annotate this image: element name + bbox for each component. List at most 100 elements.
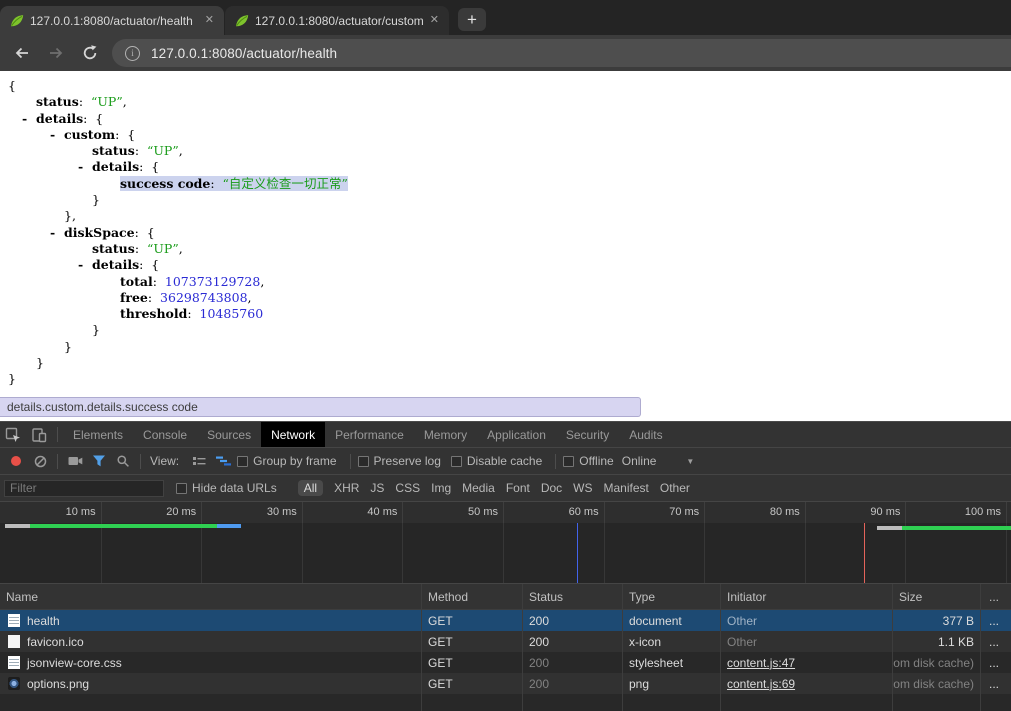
collapse-toggle-icon[interactable]: -: [78, 257, 83, 273]
json-property: custom: {: [64, 127, 135, 142]
json-property: free: 36298743808,: [120, 290, 252, 305]
filter-chip-xhr[interactable]: XHR: [334, 481, 359, 495]
timeline-gridline: [402, 502, 403, 583]
devtools-tab-elements[interactable]: Elements: [63, 422, 133, 447]
network-request-row[interactable]: jsonview-core.cssGET200stylesheetcontent…: [0, 652, 1011, 673]
tab-close-icon[interactable]: ✕: [203, 13, 216, 28]
page-info-icon[interactable]: i: [125, 46, 140, 61]
network-request-row[interactable]: healthGET200documentOther377 B...: [0, 610, 1011, 631]
filter-chip-doc[interactable]: Doc: [541, 481, 562, 495]
address-bar[interactable]: i 127.0.0.1:8080/actuator/health: [112, 39, 1011, 67]
waterfall-overview-icon[interactable]: [211, 455, 235, 467]
filter-input[interactable]: [4, 480, 164, 497]
filter-chip-manifest[interactable]: Manifest: [604, 481, 649, 495]
initiator-link[interactable]: content.js:69: [727, 677, 795, 691]
filter-chip-font[interactable]: Font: [506, 481, 530, 495]
column-header-name[interactable]: Name: [0, 584, 422, 609]
column-header-status[interactable]: Status: [523, 584, 623, 609]
search-icon[interactable]: [111, 454, 135, 468]
filter-chip-js[interactable]: JS: [370, 481, 384, 495]
request-name-cell: jsonview-core.css: [0, 652, 422, 673]
json-line: }: [0, 371, 348, 387]
json-property: threshold: 10485760: [120, 306, 263, 321]
chevron-down-icon[interactable]: ▼: [686, 457, 694, 466]
filter-funnel-icon[interactable]: [87, 455, 111, 467]
new-tab-button[interactable]: +: [458, 8, 486, 31]
tab-strip: 127.0.0.1:8080/actuator/health ✕ 127.0.0…: [0, 0, 1011, 35]
json-line: -details: {: [0, 257, 348, 273]
group-by-frame-checkbox[interactable]: [237, 456, 248, 467]
spring-leaf-icon: [9, 13, 25, 29]
column-header-[interactable]: ...: [981, 584, 1011, 609]
record-button[interactable]: [4, 456, 28, 466]
tab-close-icon[interactable]: ✕: [428, 13, 441, 28]
filter-chip-img[interactable]: Img: [431, 481, 451, 495]
json-key: status: [36, 94, 79, 109]
json-punctuation: : {: [115, 127, 135, 142]
timeline-gridline: [1006, 502, 1007, 583]
timeline-gridline: [704, 502, 705, 583]
collapse-toggle-icon[interactable]: -: [50, 225, 55, 241]
initiator-link[interactable]: content.js:47: [727, 656, 795, 670]
forward-button[interactable]: [47, 44, 65, 62]
devtools-tab-sources[interactable]: Sources: [197, 422, 261, 447]
back-button[interactable]: [13, 44, 31, 62]
capture-screenshots-icon[interactable]: [63, 455, 87, 467]
offline-checkbox[interactable]: [563, 456, 574, 467]
filter-chip-all[interactable]: All: [298, 480, 323, 496]
devtools-tab-security[interactable]: Security: [556, 422, 619, 447]
ruler-tick-label: 60 ms: [569, 506, 604, 518]
filter-chip-css[interactable]: CSS: [395, 481, 420, 495]
json-line: },: [0, 208, 348, 224]
network-request-row[interactable]: options.pngGET200pngcontent.js:69(from d…: [0, 673, 1011, 694]
devtools-tab-memory[interactable]: Memory: [414, 422, 477, 447]
hide-data-urls-checkbox[interactable]: [176, 483, 187, 494]
empty-cell: [623, 694, 721, 711]
request-name: favicon.ico: [27, 635, 84, 649]
json-property: status: “UP”,: [92, 143, 183, 158]
network-overview[interactable]: 10 ms20 ms30 ms40 ms50 ms60 ms70 ms80 ms…: [0, 502, 1011, 583]
filter-chip-other[interactable]: Other: [660, 481, 690, 495]
collapse-toggle-icon[interactable]: -: [22, 111, 27, 127]
inspect-element-icon[interactable]: [0, 422, 26, 447]
filter-chip-media[interactable]: Media: [462, 481, 495, 495]
json-punctuation: :: [153, 274, 165, 289]
browser-tab-health[interactable]: 127.0.0.1:8080/actuator/health ✕: [0, 6, 224, 35]
disable-cache-checkbox[interactable]: [451, 456, 462, 467]
column-header-initiator[interactable]: Initiator: [721, 584, 893, 609]
devtools-tab-performance[interactable]: Performance: [325, 422, 414, 447]
list-view-icon[interactable]: [187, 455, 211, 467]
json-property: total: 107373129728,: [120, 274, 264, 289]
column-header-size[interactable]: Size: [893, 584, 981, 609]
empty-cell: [523, 694, 623, 711]
collapse-toggle-icon[interactable]: -: [78, 159, 83, 175]
devtools-tab-network[interactable]: Network: [261, 422, 325, 447]
request-waterfall-cell: ...: [981, 631, 1011, 652]
device-toolbar-icon[interactable]: [26, 422, 52, 447]
table-empty-area: [0, 694, 1011, 711]
preserve-log-checkbox[interactable]: [358, 456, 369, 467]
devtools-tab-audits[interactable]: Audits: [619, 422, 672, 447]
timeline-gridline: [805, 502, 806, 583]
json-line: {: [0, 78, 348, 94]
json-key: threshold: [120, 306, 187, 321]
disable-cache-label: Disable cache: [467, 454, 542, 468]
collapse-toggle-icon[interactable]: -: [50, 127, 55, 143]
json-line: success code: “自定义检查一切正常”: [0, 176, 348, 192]
network-request-row[interactable]: favicon.icoGET200x-iconOther1.1 KB...: [0, 631, 1011, 652]
divider: [350, 454, 351, 469]
devtools-tab-application[interactable]: Application: [477, 422, 556, 447]
refresh-button[interactable]: [81, 44, 99, 62]
json-key: details: [92, 159, 139, 174]
filter-chip-ws[interactable]: WS: [573, 481, 592, 495]
browser-tab-custom[interactable]: 127.0.0.1:8080/actuator/custom ✕: [225, 6, 449, 35]
spring-leaf-icon: [234, 13, 250, 29]
devtools-tab-bar: ElementsConsoleSourcesNetworkPerformance…: [0, 422, 1011, 448]
devtools-tab-console[interactable]: Console: [133, 422, 197, 447]
column-header-type[interactable]: Type: [623, 584, 721, 609]
ruler-tick-label: 20 ms: [166, 506, 201, 518]
clear-button[interactable]: [28, 455, 52, 468]
divider: [57, 454, 58, 469]
column-header-method[interactable]: Method: [422, 584, 523, 609]
throttling-select[interactable]: Online: [622, 454, 657, 468]
